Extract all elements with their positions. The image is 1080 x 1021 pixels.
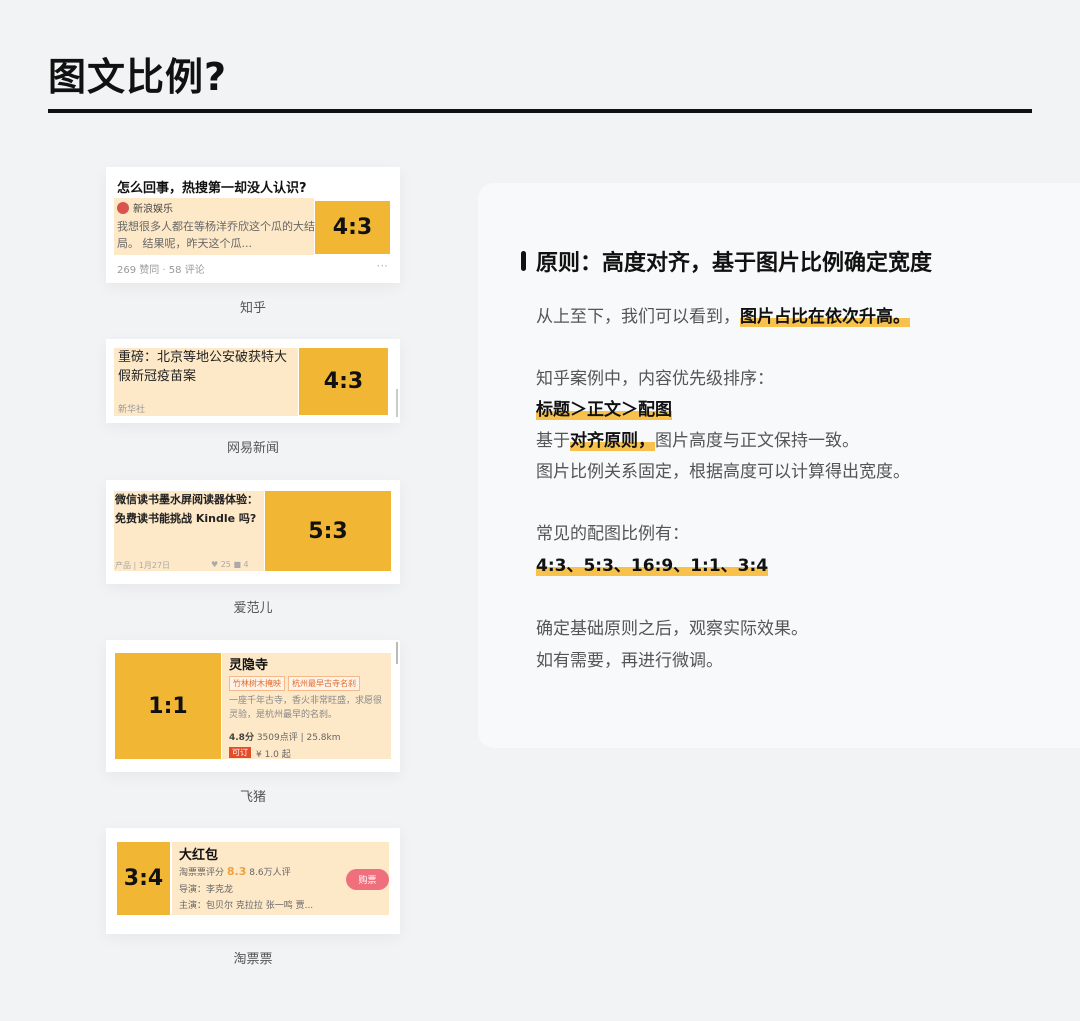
line-text: 图片高度与正文保持一致。 (655, 431, 859, 451)
title-divider (48, 109, 1032, 113)
image-ratio-placeholder: 5:3 (265, 491, 391, 571)
scrollbar[interactable] (396, 389, 398, 417)
ratio-label: 4:3 (323, 369, 364, 394)
page-title: 图文比例? (48, 55, 228, 99)
poi-desc: 一座千年古寺，香火非常旺盛，求愿很灵验，是杭州最早的名刹。 (229, 696, 383, 720)
panel-line-8: 确定基础原则之后，观察实际效果。 (536, 619, 808, 639)
image-ratio-placeholder: 4:3 (299, 348, 388, 415)
feizhu-card[interactable]: 1:1 灵隐寺 竹林树木掩映 杭州最早古寺名刹 一座千年古寺，香火非常旺盛，求愿… (106, 640, 400, 772)
card-source: 新浪娱乐 (117, 200, 173, 215)
caption-aifaner: 爱范儿 (233, 601, 273, 616)
panel-line-1: 从上至下，我们可以看到，图片占比在依次升高。 (536, 302, 910, 327)
scrollbar[interactable] (396, 642, 398, 664)
line-text: 基于 (536, 431, 570, 451)
ratio-label: 1:1 (148, 693, 188, 719)
source-avatar-icon (117, 201, 129, 214)
taopiaopiao-card[interactable]: 3:4 大红包 淘票票评分 8.3 8.6万人评 导演：李克龙 主演：包贝尔 克… (106, 828, 400, 934)
movie-score: 淘票票评分 8.3 8.6万人评 (179, 865, 291, 878)
tag-1: 竹林树木掩映 (229, 676, 285, 691)
movie-cast: 主演：包贝尔 克拉拉 张一鸣 贾... (179, 901, 314, 911)
card-excerpt: 我想很多人都在等杨洋乔欣这个瓜的大结局。 结果呢，昨天这个瓜... (117, 220, 315, 250)
heading-text: 原则：高度对齐，基于图片比例确定宽度 (536, 251, 933, 276)
image-ratio-placeholder: 3:4 (117, 842, 170, 915)
score-value: 4.8分 (229, 733, 254, 743)
review-count: 3509点评 | 25.8km (256, 733, 341, 743)
more-icon[interactable]: ··· (377, 259, 388, 273)
panel-line-4: 基于对齐原则，图片高度与正文保持一致。 (536, 426, 859, 451)
ratio-label: 3:4 (123, 866, 164, 891)
score-label: 淘票票评分 (179, 868, 225, 878)
ratio-label: 4:3 (332, 215, 373, 240)
image-ratio-placeholder: 1:1 (115, 653, 221, 759)
heading-bar-icon (521, 251, 526, 271)
highlighted-text: 对齐原则， (570, 431, 655, 451)
wangyi-card[interactable]: 重磅：北京等地公安破获特大假新冠疫苗案 新华社 4:3 (106, 339, 400, 423)
highlighted-text: 图片占比在依次升高。 (740, 307, 910, 327)
card-source: 新华社 (118, 405, 146, 415)
panel-heading: 原则：高度对齐，基于图片比例确定宽度 (521, 245, 932, 277)
line-text: 从上至下，我们可以看到， (536, 307, 740, 327)
movie-director: 导演：李克龙 (179, 885, 234, 895)
panel-line-3: 标题＞正文＞配图 (536, 395, 672, 420)
caption-taopiaopiao: 淘票票 (233, 952, 273, 967)
card-stats: ♥ 25 ■ 4 (211, 560, 249, 569)
caption-feizhu: 飞猪 (239, 790, 266, 805)
source-name: 新浪娱乐 (133, 204, 173, 215)
bookable-badge: 可订 (229, 747, 251, 758)
poi-price: ¥ 1.0 起 (256, 750, 291, 760)
caption-wangyi: 网易新闻 (226, 441, 279, 456)
highlighted-text: 标题＞正文＞配图 (536, 400, 672, 420)
zhihu-card[interactable]: 怎么回事，热搜第一却没人认识? 新浪娱乐 我想很多人都在等杨洋乔欣这个瓜的大结局… (106, 167, 400, 283)
panel-line-2: 知乎案例中，内容优先级排序： (536, 369, 774, 389)
poi-name: 灵隐寺 (229, 658, 269, 673)
ratio-label: 5:3 (308, 518, 348, 544)
buy-ticket-button[interactable]: 购票 (346, 869, 389, 890)
aifaner-card[interactable]: 微信读书墨水屏阅读器体验：免费读书能挑战 Kindle 吗? 产品 | 1月27… (106, 480, 400, 584)
tag-2: 杭州最早古寺名刹 (288, 676, 360, 691)
card-title: 微信读书墨水屏阅读器体验：免费读书能挑战 Kindle 吗? (115, 493, 258, 525)
score-count: 8.6万人评 (249, 868, 291, 878)
card-meta: 产品 | 1月27日 (115, 561, 171, 570)
movie-name: 大红包 (179, 848, 219, 863)
card-title: 重磅：北京等地公安破获特大假新冠疫苗案 (118, 350, 288, 384)
score-value: 8.3 (226, 865, 247, 878)
panel-line-9: 如有需要，再进行微调。 (536, 651, 723, 671)
card-meta: 269 赞同 · 58 评论 (117, 265, 205, 276)
caption-zhihu: 知乎 (239, 301, 266, 316)
highlighted-text: 4:3、5:3、16:9、1:1、3:4 (536, 556, 769, 576)
principle-panel: 原则：高度对齐，基于图片比例确定宽度 从上至下，我们可以看到，图片占比在依次升高… (478, 183, 1080, 748)
poi-score: 4.8分 3509点评 | 25.8km (229, 730, 341, 743)
panel-line-5: 图片比例关系固定，根据高度可以计算得出宽度。 (536, 462, 910, 482)
image-ratio-placeholder: 4:3 (315, 201, 390, 254)
panel-line-7: 4:3、5:3、16:9、1:1、3:4 (536, 551, 769, 576)
card-title: 怎么回事，热搜第一却没人认识? (117, 181, 307, 196)
panel-line-6: 常见的配图比例有： (536, 524, 689, 544)
